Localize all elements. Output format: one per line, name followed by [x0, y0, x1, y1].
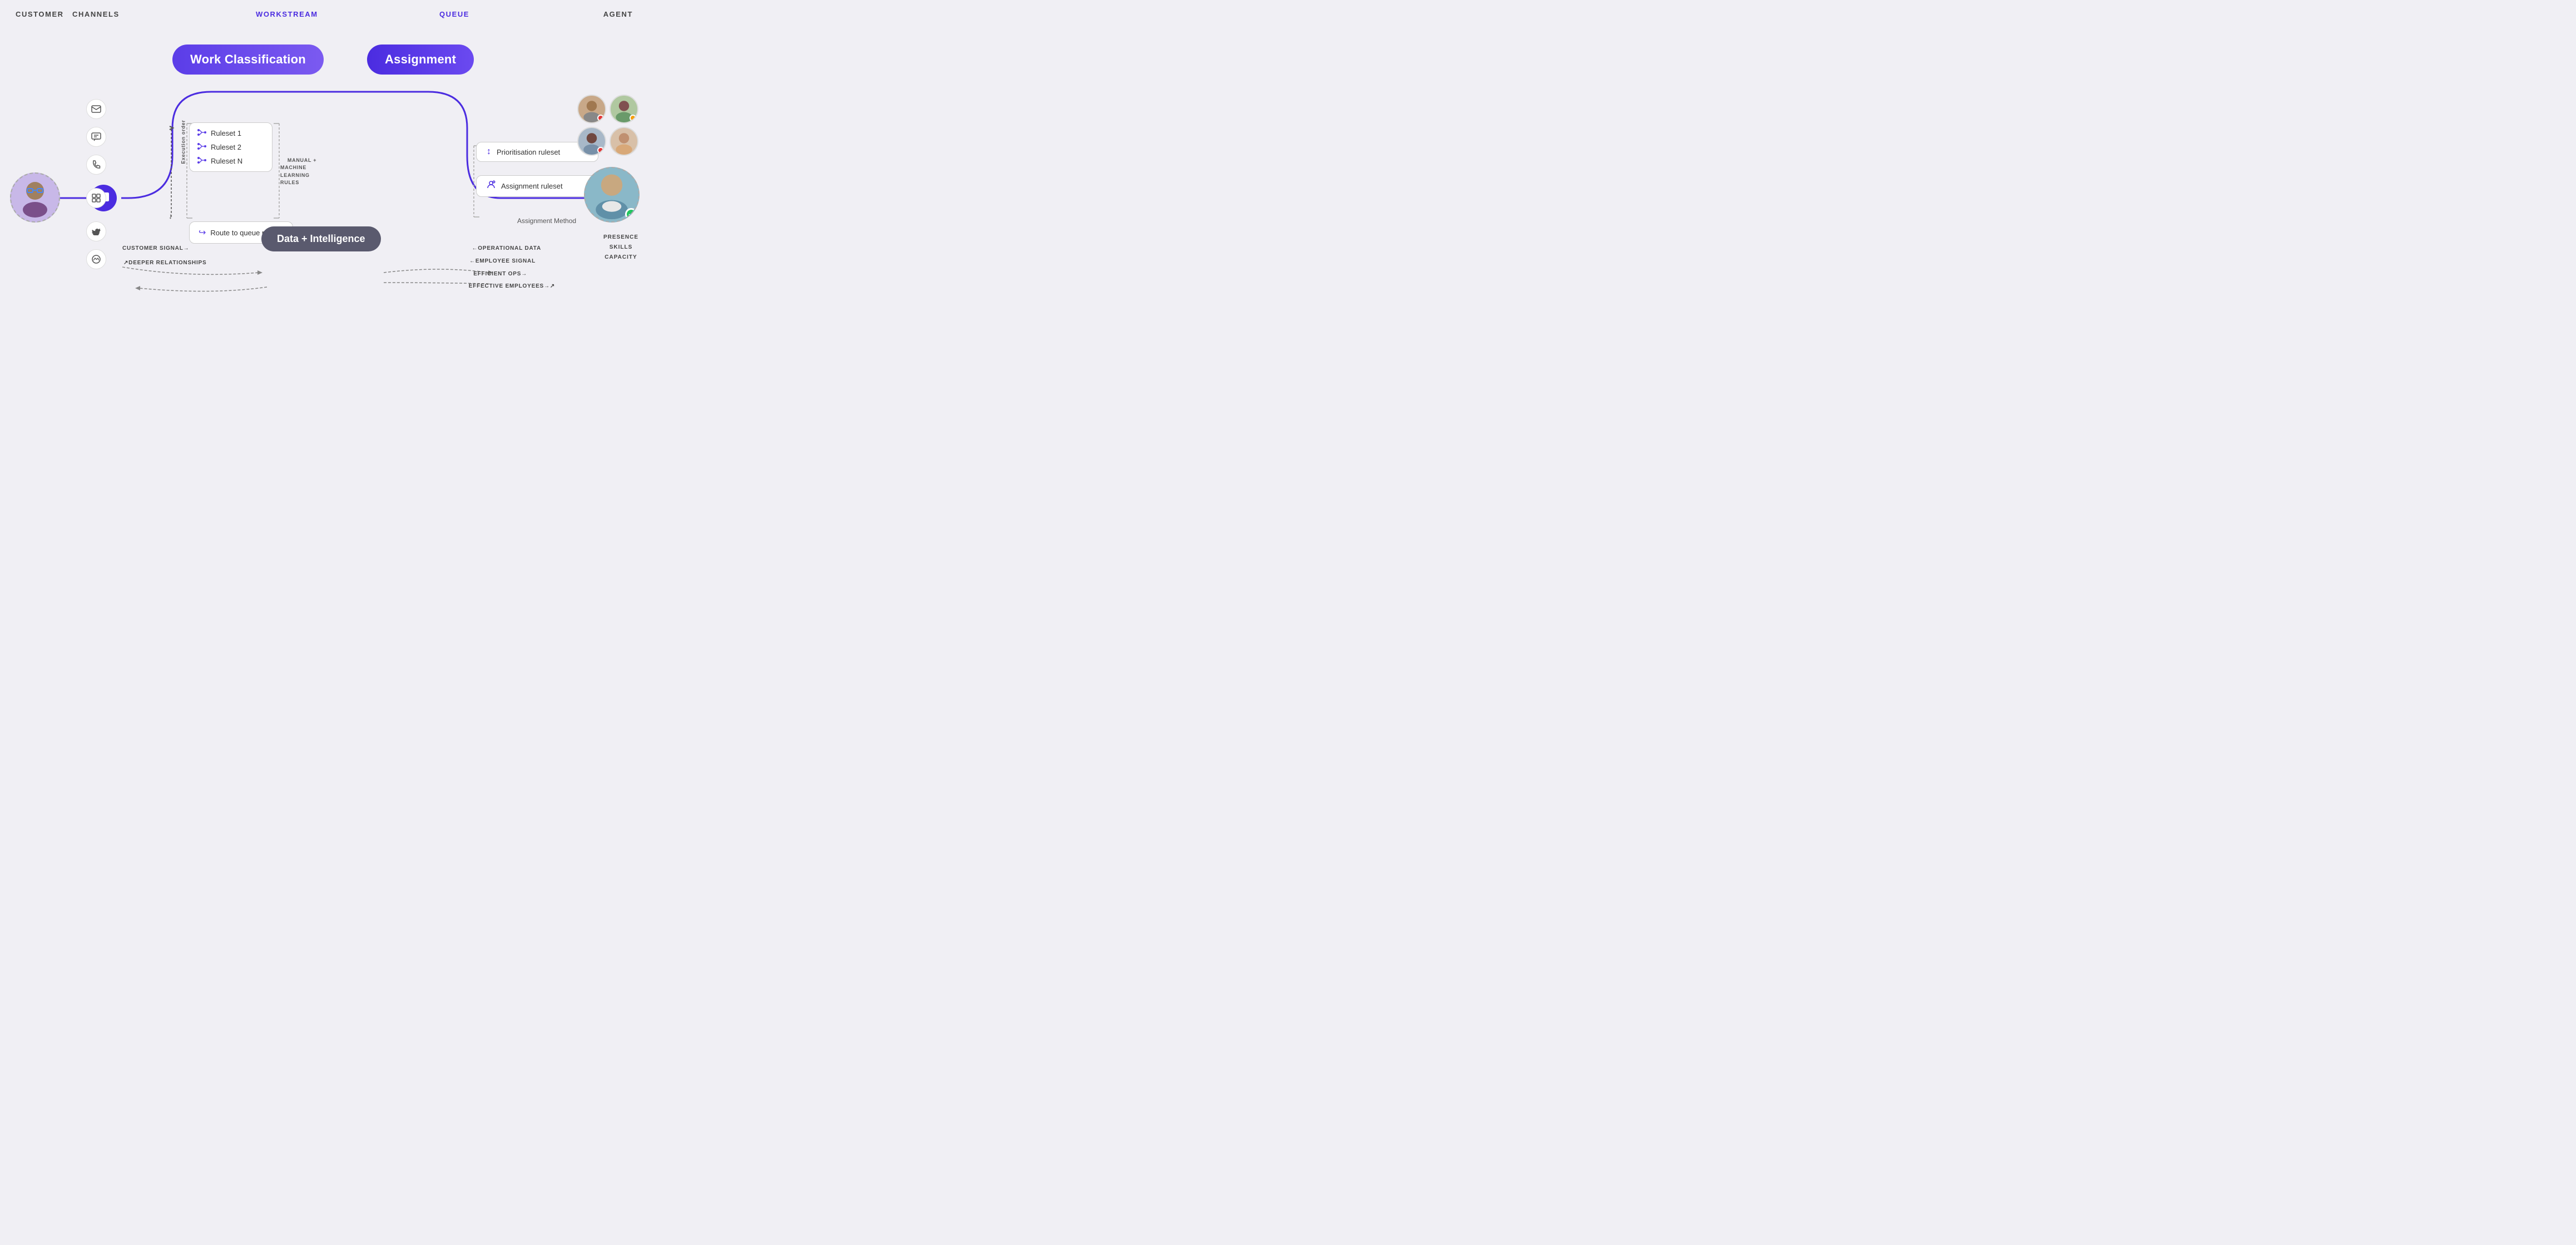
employee-signal-label: ←EMPLOYEE SIGNAL [469, 258, 536, 264]
sms-channel-icon[interactable] [86, 127, 106, 147]
ruleset-1: Ruleset 1 [197, 129, 264, 138]
prioritisation-label: Prioritisation ruleset [497, 148, 560, 156]
agent-presence-skills-capacity: PRESENCE SKILLS CAPACITY [603, 233, 638, 263]
agent-avatar-1 [577, 95, 606, 123]
main-agent-avatar [584, 167, 640, 223]
efficient-ops-label: EFFICIENT OPS→ [473, 271, 527, 277]
ruleset-n-icon [197, 156, 206, 166]
operational-data-label: ←OPERATIONAL DATA [472, 245, 541, 251]
work-classification-badge: Work Classification [172, 45, 324, 75]
agent-avatar-2 [610, 95, 638, 123]
effective-employees-label: EFFECTIVE EMPLOYEES→↗ [469, 283, 555, 289]
ruleset-1-label: Ruleset 1 [211, 129, 241, 137]
agent-avatar-4 [610, 127, 638, 156]
assignment-method-label: Assignment Method [517, 217, 576, 225]
prioritisation-icon: ↕ [487, 147, 491, 157]
deeper-relationships-label: ↗DEEPER RELATIONSHIPS [123, 260, 206, 266]
assignment-ruleset-label: Assignment ruleset [501, 182, 563, 190]
ml-label: MANUAL + MACHINE LEARNING RULES [280, 149, 316, 194]
ruleset-2: Ruleset 2 [197, 142, 264, 152]
data-intelligence-pill: Data + Intelligence [261, 226, 381, 251]
assignment-ruleset-box: Assignment ruleset [476, 175, 598, 197]
ruleset-n: Ruleset N [197, 156, 264, 166]
route-icon: ↪ [199, 227, 206, 238]
execution-order-arrow: ↓ [169, 211, 172, 220]
agent-avatars-section [577, 95, 638, 156]
ruleset-2-label: Ruleset 2 [211, 143, 241, 151]
header-queue: QUEUE [439, 10, 469, 18]
messenger-channel-icon[interactable] [86, 249, 106, 269]
header-channels: CHANNELS [72, 10, 120, 18]
diagram-container: CUSTOMER CHANNELS WORKSTREAM QUEUE AGENT… [0, 0, 644, 312]
ruleset-2-icon [197, 142, 206, 152]
execution-order-label: Execution order [181, 120, 186, 164]
ruleset-n-label: Ruleset N [211, 157, 242, 165]
twitter-channel-icon[interactable] [86, 221, 106, 241]
agent-avatar-3 [577, 127, 606, 156]
phone-channel-icon[interactable] [86, 155, 106, 175]
ruleset-1-icon [197, 129, 206, 138]
customer-signal-label: CUSTOMER SIGNAL→ [122, 245, 189, 251]
assignment-badge: Assignment [367, 45, 474, 75]
assign-icon [487, 180, 496, 192]
header-customer: CUSTOMER [16, 10, 64, 18]
rulesets-box: Ruleset 1 Ruleset 2 [189, 122, 273, 172]
header-agent: AGENT [603, 10, 633, 18]
header-workstream: WORKSTREAM [256, 10, 318, 18]
email-channel-icon[interactable] [86, 99, 106, 119]
widget-channel-icon[interactable] [86, 188, 106, 208]
customer-avatar [10, 172, 60, 223]
